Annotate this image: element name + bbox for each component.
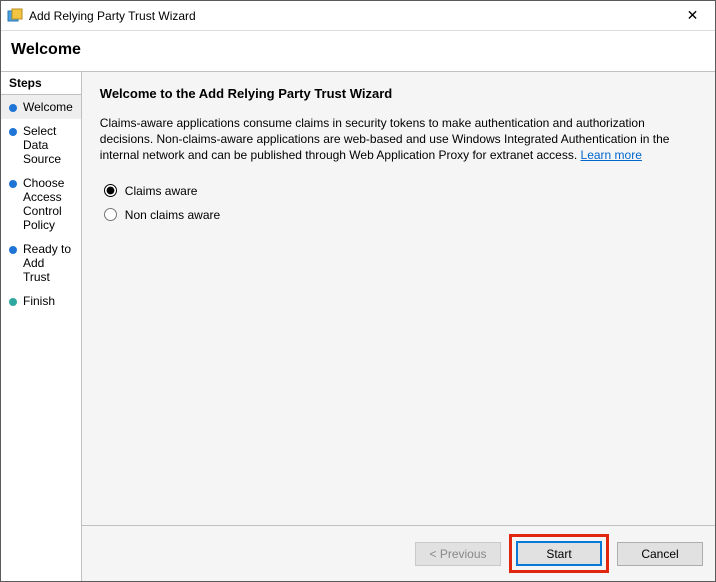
radio-non-claims-aware[interactable]: Non claims aware [104,208,693,222]
bullet-icon [9,104,17,112]
bullet-icon [9,298,17,306]
learn-more-link[interactable]: Learn more [581,148,642,162]
main-panel: Welcome to the Add Relying Party Trust W… [82,72,715,581]
page-title: Welcome [1,31,715,71]
step-label: Select Data Source [23,124,73,166]
close-button[interactable]: ✕ [670,1,715,31]
step-select-data-source[interactable]: Select Data Source [1,119,81,171]
bullet-icon [9,180,17,188]
close-icon: ✕ [687,7,699,24]
radio-claims-aware[interactable]: Claims aware [104,184,693,198]
main-description: Claims-aware applications consume claims… [100,115,697,164]
radio-label: Claims aware [125,184,198,198]
step-label: Welcome [23,100,73,114]
start-highlight: Start [509,534,609,573]
step-label: Choose Access Control Policy [23,176,73,232]
main-title: Welcome to the Add Relying Party Trust W… [100,86,697,101]
radio-label: Non claims aware [125,208,220,222]
radio-claims-aware-input[interactable] [104,184,117,197]
wizard-window: Add Relying Party Trust Wizard ✕ Welcome… [0,0,716,582]
wizard-footer: < Previous Start Cancel [82,525,715,581]
step-label: Ready to Add Trust [23,242,73,284]
titlebar: Add Relying Party Trust Wizard ✕ [1,1,715,31]
app-icon [7,8,23,24]
cancel-button[interactable]: Cancel [617,542,703,566]
bullet-icon [9,246,17,254]
previous-button: < Previous [415,542,501,566]
wizard-body: Steps Welcome Select Data Source Choose … [1,71,715,581]
steps-header: Steps [1,72,81,95]
step-label: Finish [23,294,55,308]
step-choose-access-control-policy[interactable]: Choose Access Control Policy [1,171,81,237]
step-welcome[interactable]: Welcome [1,95,81,119]
bullet-icon [9,128,17,136]
window-title: Add Relying Party Trust Wizard [29,9,670,23]
main-content: Welcome to the Add Relying Party Trust W… [82,72,715,525]
step-ready-to-add-trust[interactable]: Ready to Add Trust [1,237,81,289]
start-button[interactable]: Start [516,541,602,566]
step-finish[interactable]: Finish [1,289,81,313]
steps-sidebar: Steps Welcome Select Data Source Choose … [1,72,82,581]
radio-non-claims-aware-input[interactable] [104,208,117,221]
